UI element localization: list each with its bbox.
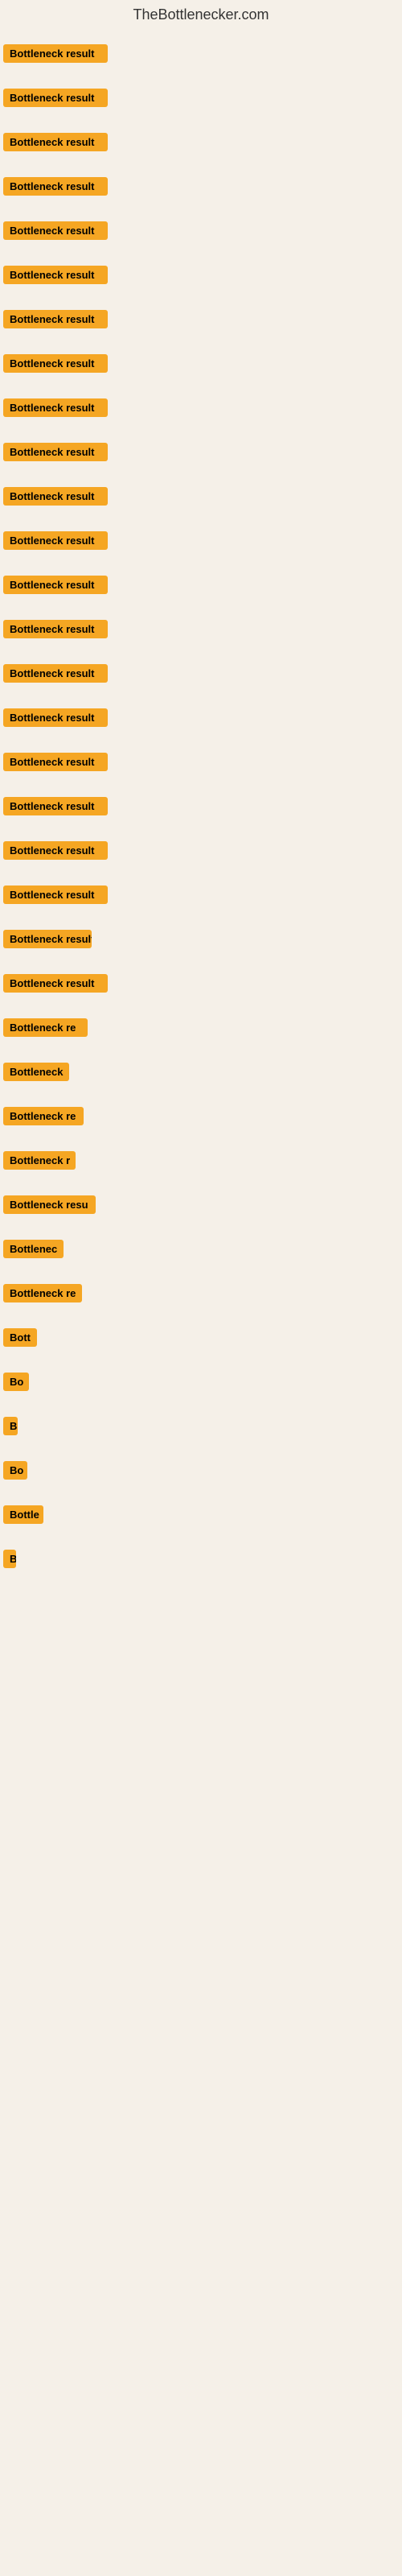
bottleneck-badge[interactable]: Bottleneck result	[3, 133, 108, 151]
bottleneck-item-26: Bottleneck resu	[3, 1195, 96, 1218]
bottleneck-item-3: Bottleneck result	[3, 177, 108, 200]
bottleneck-item-18: Bottleneck result	[3, 841, 108, 864]
bottleneck-badge[interactable]: Bottleneck result	[3, 177, 108, 196]
bottleneck-badge[interactable]: Bottleneck r	[3, 1151, 76, 1170]
bottleneck-item-25: Bottleneck r	[3, 1151, 76, 1174]
bottleneck-item-20: Bottleneck result	[3, 930, 92, 952]
bottleneck-badge[interactable]: Bottleneck result	[3, 354, 108, 373]
bottleneck-badge[interactable]: Bottleneck re	[3, 1107, 84, 1125]
bottleneck-item-2: Bottleneck result	[3, 133, 108, 155]
bottleneck-badge[interactable]: Bottleneck result	[3, 221, 108, 240]
bottleneck-badge[interactable]: Bottleneck result	[3, 797, 108, 815]
bottleneck-item-8: Bottleneck result	[3, 398, 108, 421]
bottleneck-badge[interactable]: Bottleneck result	[3, 443, 108, 461]
bottleneck-badge[interactable]: Bottleneck result	[3, 664, 108, 683]
bottleneck-badge[interactable]: Bottleneck result	[3, 886, 108, 904]
bottleneck-item-30: Bo	[3, 1373, 29, 1395]
bottleneck-badge[interactable]: Bottleneck re	[3, 1018, 88, 1037]
bottleneck-badge[interactable]: B	[3, 1417, 18, 1435]
bottleneck-badge[interactable]: Bottleneck result	[3, 487, 108, 506]
bottleneck-item-24: Bottleneck re	[3, 1107, 84, 1129]
site-title: TheBottlenecker.com	[0, 0, 402, 27]
bottleneck-badge[interactable]: Bottleneck result	[3, 398, 108, 417]
bottleneck-item-15: Bottleneck result	[3, 708, 108, 731]
bottleneck-item-23: Bottleneck	[3, 1063, 69, 1085]
bottleneck-badge[interactable]: Bottleneck result	[3, 576, 108, 594]
bottleneck-badge[interactable]: Bott	[3, 1328, 37, 1347]
bottleneck-item-6: Bottleneck result	[3, 310, 108, 332]
bottleneck-list: Bottleneck result Bottleneck result Bottle…	[0, 27, 402, 1717]
bottleneck-item-12: Bottleneck result	[3, 576, 108, 598]
bottleneck-badge[interactable]: Bo	[3, 1373, 29, 1391]
bottleneck-item-16: Bottleneck result	[3, 753, 108, 775]
bottleneck-item-19: Bottleneck result	[3, 886, 108, 908]
bottleneck-badge[interactable]: Bottleneck result	[3, 708, 108, 727]
bottleneck-badge[interactable]: B	[3, 1550, 16, 1568]
bottleneck-item-9: Bottleneck result	[3, 443, 108, 465]
bottleneck-badge[interactable]: Bottleneck result	[3, 266, 108, 284]
bottleneck-item-21: Bottleneck result	[3, 974, 108, 997]
bottleneck-item-14: Bottleneck result	[3, 664, 108, 687]
bottleneck-item-0: Bottleneck result	[3, 44, 108, 67]
bottleneck-badge[interactable]: Bottleneck result	[3, 89, 108, 107]
bottleneck-item-27: Bottlenec	[3, 1240, 64, 1262]
bottleneck-item-33: Bottle	[3, 1505, 43, 1528]
bottleneck-badge[interactable]: Bottleneck result	[3, 620, 108, 638]
bottleneck-badge[interactable]: Bottleneck result	[3, 841, 108, 860]
bottleneck-item-10: Bottleneck result	[3, 487, 108, 510]
bottleneck-badge[interactable]: Bottle	[3, 1505, 43, 1524]
bottleneck-badge[interactable]: Bottleneck result	[3, 310, 108, 328]
bottleneck-badge[interactable]: Bottleneck resu	[3, 1195, 96, 1214]
bottleneck-badge[interactable]: Bottlenec	[3, 1240, 64, 1258]
bottleneck-badge[interactable]: Bottleneck result	[3, 930, 92, 948]
bottleneck-item-1: Bottleneck result	[3, 89, 108, 111]
bottleneck-item-17: Bottleneck result	[3, 797, 108, 819]
bottleneck-item-32: Bo	[3, 1461, 27, 1484]
bottleneck-item-29: Bott	[3, 1328, 37, 1351]
bottleneck-badge[interactable]: Bottleneck result	[3, 974, 108, 993]
bottleneck-item-31: B	[3, 1417, 18, 1439]
bottleneck-item-34: B	[3, 1550, 16, 1572]
bottleneck-badge[interactable]: Bo	[3, 1461, 27, 1480]
bottleneck-badge[interactable]: Bottleneck	[3, 1063, 69, 1081]
bottleneck-item-4: Bottleneck result	[3, 221, 108, 244]
bottleneck-item-11: Bottleneck result	[3, 531, 108, 554]
bottleneck-badge[interactable]: Bottleneck result	[3, 753, 108, 771]
bottleneck-badge[interactable]: Bottleneck re	[3, 1284, 82, 1302]
page-wrapper: TheBottlenecker.com Bottleneck resultBot…	[0, 0, 402, 2576]
bottleneck-item-7: Bottleneck result	[3, 354, 108, 377]
bottleneck-badge[interactable]: Bottleneck result	[3, 44, 108, 63]
bottleneck-item-5: Bottleneck result	[3, 266, 108, 288]
bottleneck-item-28: Bottleneck re	[3, 1284, 82, 1307]
bottleneck-item-13: Bottleneck result	[3, 620, 108, 642]
bottleneck-item-22: Bottleneck re	[3, 1018, 88, 1041]
bottleneck-badge[interactable]: Bottleneck result	[3, 531, 108, 550]
